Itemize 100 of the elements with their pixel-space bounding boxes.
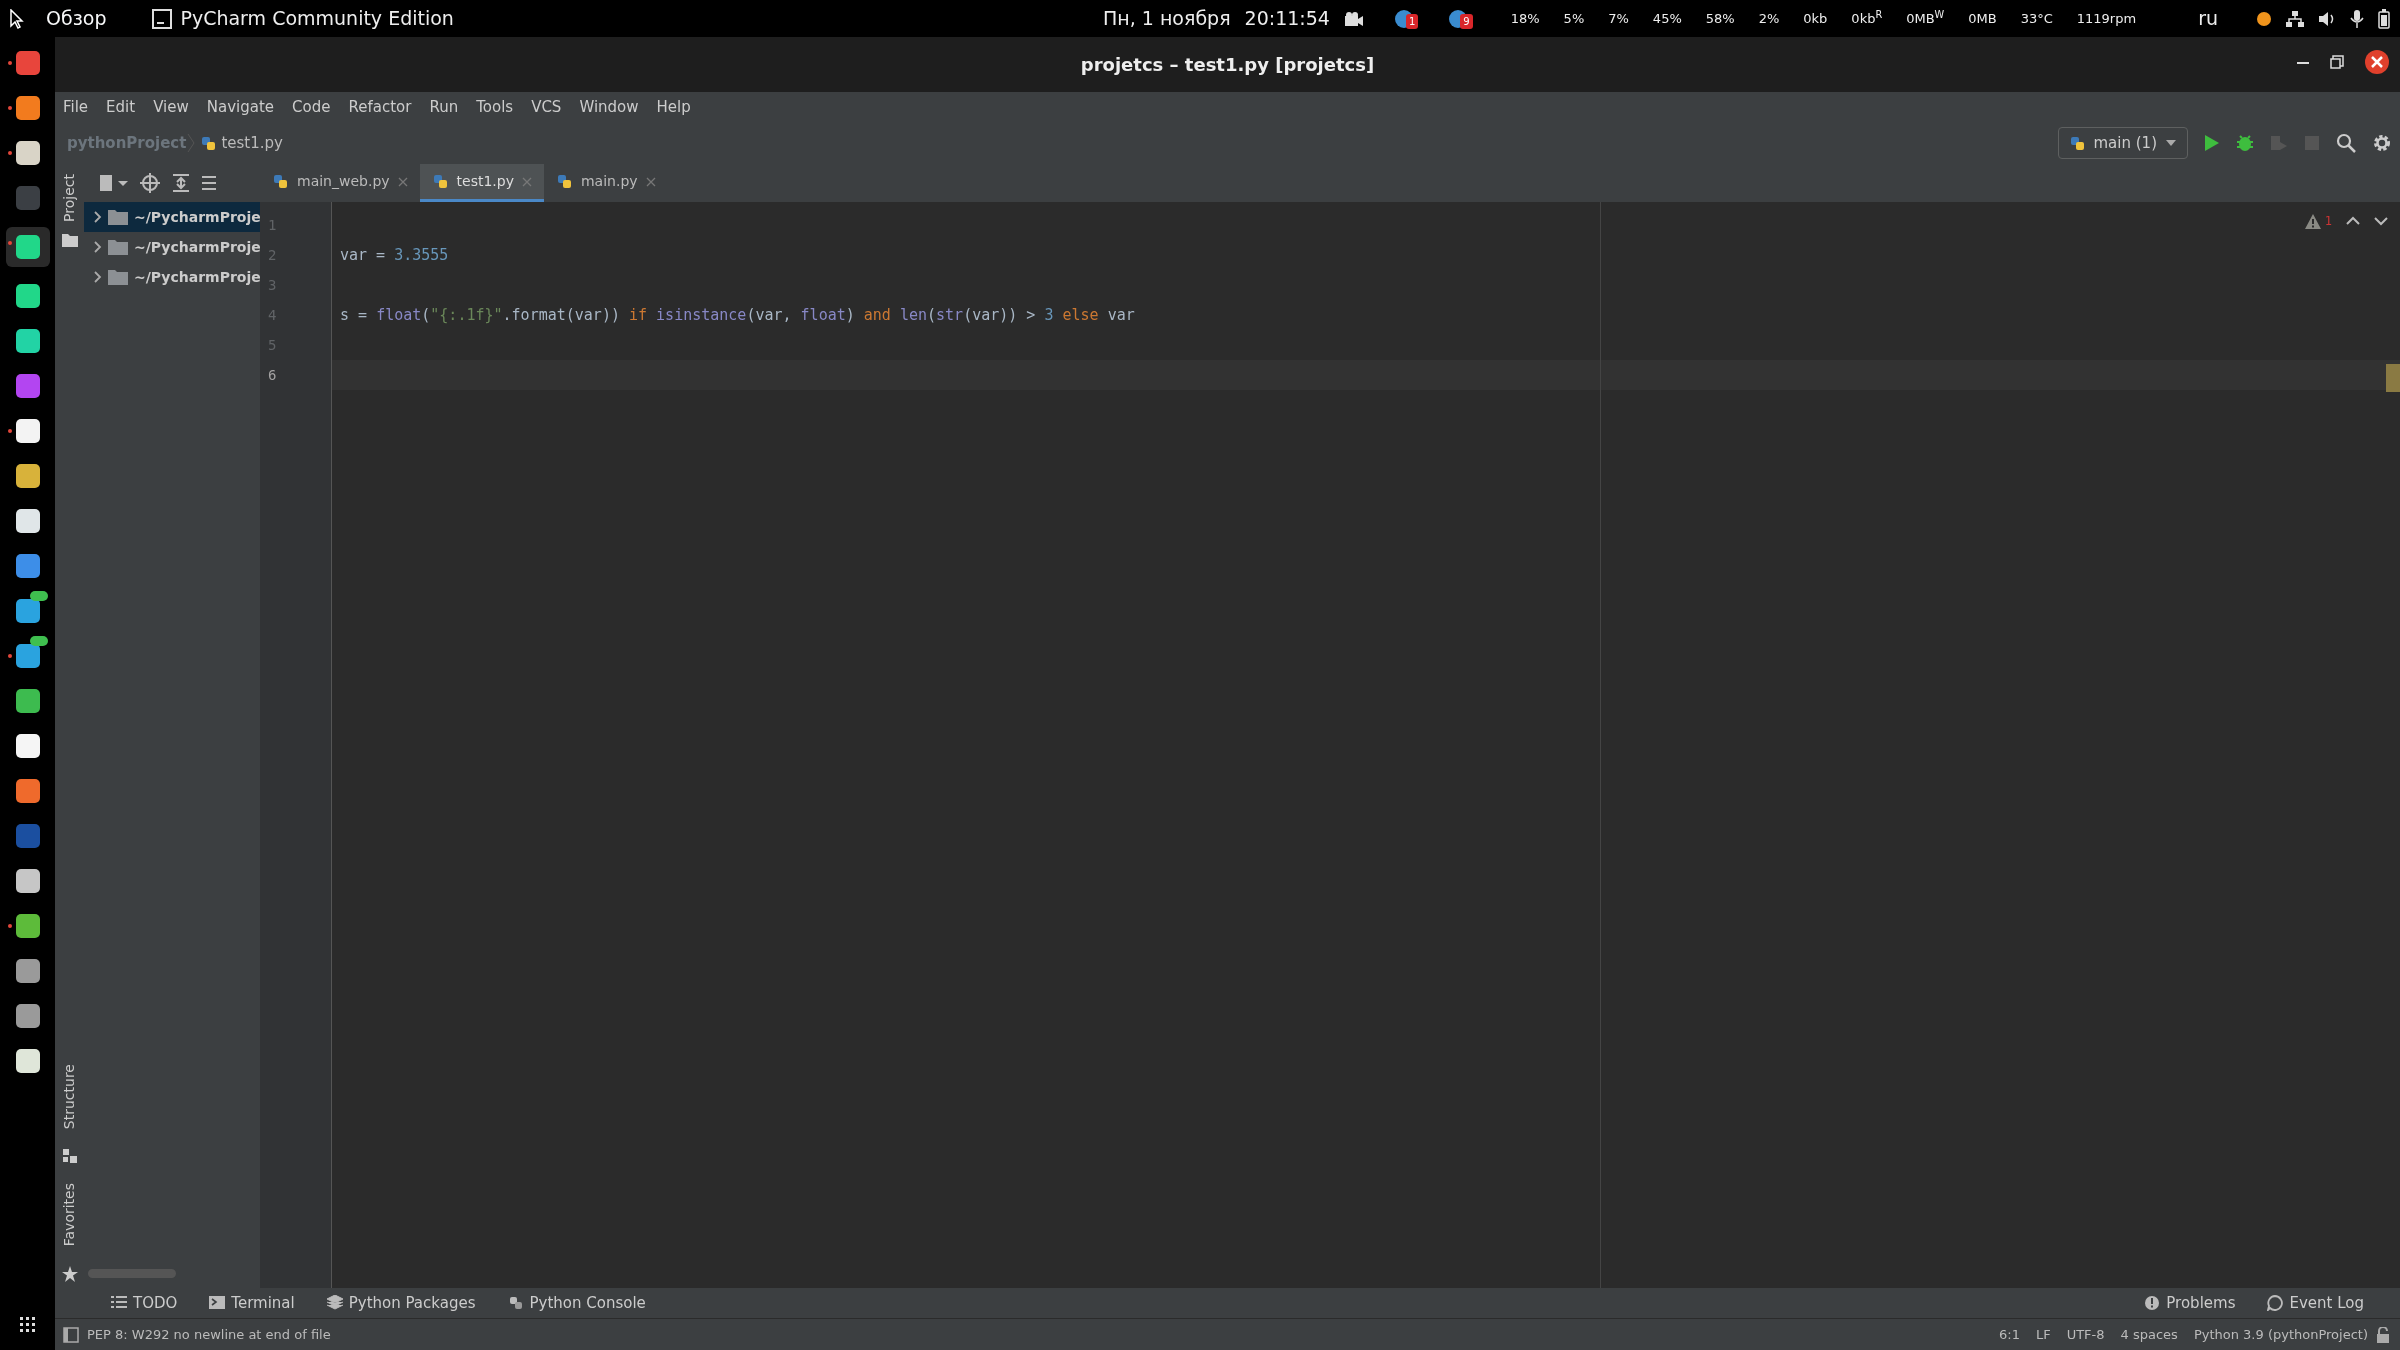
status-item[interactable]: 6:1 — [1991, 1324, 2028, 1345]
list-icon — [111, 1295, 127, 1311]
tool-window-button[interactable]: Python Packages — [310, 1291, 492, 1315]
app-icon[interactable] — [15, 284, 40, 308]
tool-window-button[interactable]: Terminal — [193, 1291, 311, 1315]
editor-tab[interactable]: main_web.py — [260, 164, 420, 202]
app-icon[interactable] — [15, 914, 40, 938]
star-icon — [61, 1266, 78, 1282]
app-icon[interactable] — [15, 329, 40, 353]
stat-text: 18% — [1510, 9, 1540, 28]
app-icon[interactable] — [15, 779, 40, 803]
camera-icon — [1343, 10, 1364, 27]
menu-item[interactable]: VCS — [531, 95, 562, 119]
breadcrumb-item[interactable]: test1.py — [221, 131, 283, 155]
app-icon[interactable] — [15, 141, 40, 165]
dock-item[interactable] — [5, 227, 50, 267]
locate-icon[interactable] — [140, 173, 160, 193]
info-icon — [2144, 1295, 2161, 1311]
status-dot-icon[interactable] — [2256, 10, 2272, 27]
python-icon — [2068, 134, 2086, 152]
status-item[interactable]: LF — [2027, 1324, 2059, 1345]
run-configuration-dropdown[interactable]: main (1) — [2057, 127, 2188, 159]
running-indicator — [7, 106, 12, 110]
app-icon[interactable] — [15, 599, 40, 623]
activities-button[interactable]: Обзор — [38, 4, 115, 33]
search-icon[interactable] — [2336, 133, 2356, 153]
menu-item[interactable]: Help — [656, 95, 691, 119]
app-icon[interactable] — [15, 554, 40, 578]
tree-item[interactable]: ~/PycharmProje — [84, 202, 260, 232]
microphone-icon[interactable] — [2350, 9, 2364, 28]
status-item[interactable]: UTF-8 — [2058, 1324, 2113, 1345]
app-icon[interactable] — [15, 689, 40, 713]
tool-window-button[interactable]: TODO — [95, 1291, 194, 1315]
stat-text: 1119rpm — [2076, 9, 2137, 28]
keyboard-layout[interactable]: ru — [2198, 4, 2218, 33]
editor-tab[interactable]: test1.py — [419, 164, 544, 202]
menu-item[interactable]: View — [153, 95, 189, 119]
menu-item[interactable]: Tools — [476, 95, 514, 119]
app-icon[interactable] — [15, 644, 40, 668]
tree-item[interactable]: ~/PycharmProje — [84, 262, 260, 292]
running-indicator — [7, 654, 12, 658]
collapse-all-icon[interactable] — [202, 174, 216, 192]
menu-item[interactable]: Window — [579, 95, 639, 119]
chevron-right-icon — [92, 241, 102, 253]
tool-window-button[interactable]: Python Console — [491, 1291, 662, 1315]
chevron-down-icon[interactable] — [2374, 216, 2388, 226]
tool-window-button[interactable]: Problems — [2128, 1291, 2252, 1315]
app-icon[interactable] — [15, 869, 40, 893]
run-icon[interactable] — [2204, 134, 2220, 152]
maximize-icon[interactable] — [2330, 55, 2344, 69]
panel-toggle-icon[interactable] — [63, 1326, 79, 1343]
stat-text: 0MB — [1968, 9, 1997, 28]
clock-text[interactable]: 20:11:54 — [1244, 4, 1330, 33]
app-icon[interactable] — [15, 509, 40, 533]
expand-all-icon[interactable] — [172, 174, 190, 192]
notification-count: 9 — [1460, 13, 1473, 29]
app-icon[interactable] — [15, 464, 40, 488]
app-icon[interactable] — [15, 1049, 40, 1073]
menu-item[interactable]: Refactor — [348, 95, 412, 119]
code-line: var = 3.3555 — [339, 245, 450, 266]
app-icon[interactable] — [15, 235, 40, 259]
app-icon[interactable] — [15, 419, 40, 443]
network-icon[interactable] — [2286, 10, 2304, 27]
close-icon[interactable] — [2364, 49, 2390, 75]
settings-icon[interactable] — [2372, 133, 2392, 153]
app-icon[interactable] — [15, 734, 40, 758]
app-icon — [152, 8, 173, 29]
scrollbar-thumb[interactable] — [88, 1268, 176, 1278]
menu-item[interactable]: Edit — [106, 95, 136, 119]
status-item[interactable]: Python 3.9 (pythonProject) — [2185, 1324, 2376, 1345]
folder-icon — [108, 209, 128, 225]
tool-window-button[interactable]: Event Log — [2251, 1291, 2380, 1315]
menu-item[interactable]: Code — [292, 95, 331, 119]
app-icon[interactable] — [15, 96, 40, 120]
menu-item[interactable]: File — [63, 95, 89, 119]
stat-text: 45% — [1652, 9, 1682, 28]
status-item[interactable]: 4 spaces — [2112, 1324, 2186, 1345]
volume-icon[interactable] — [2318, 10, 2336, 27]
python-icon — [507, 1295, 524, 1311]
chevron-up-icon[interactable] — [2346, 216, 2360, 226]
tool-window-tab[interactable]: Structure — [59, 1059, 80, 1133]
status-message: PEP 8: W292 no newline at end of file — [87, 1325, 331, 1344]
tree-item[interactable]: ~/PycharmProje — [84, 232, 260, 262]
notification-badge — [29, 636, 48, 646]
app-icon[interactable] — [15, 959, 40, 983]
lock-icon[interactable] — [2376, 1326, 2390, 1343]
tool-window-tab[interactable]: Favorites — [59, 1178, 80, 1250]
menu-item[interactable]: Navigate — [206, 95, 275, 119]
battery-icon[interactable] — [2378, 8, 2390, 29]
bug-icon[interactable] — [2236, 134, 2254, 152]
running-indicator — [7, 429, 12, 433]
app-icon[interactable] — [15, 1004, 40, 1028]
menu-item[interactable]: Run — [429, 95, 459, 119]
panel-menu-icon[interactable] — [100, 175, 128, 191]
editor-tab[interactable]: main.py — [544, 164, 668, 202]
tool-window-tab[interactable]: Project — [59, 170, 80, 226]
app-name[interactable]: PyCharm Community Edition — [180, 4, 454, 33]
date-text[interactable]: Пн, 1 ноября — [1103, 4, 1231, 33]
apps-grid-icon[interactable] — [20, 1317, 35, 1332]
python-file-icon — [272, 173, 289, 190]
